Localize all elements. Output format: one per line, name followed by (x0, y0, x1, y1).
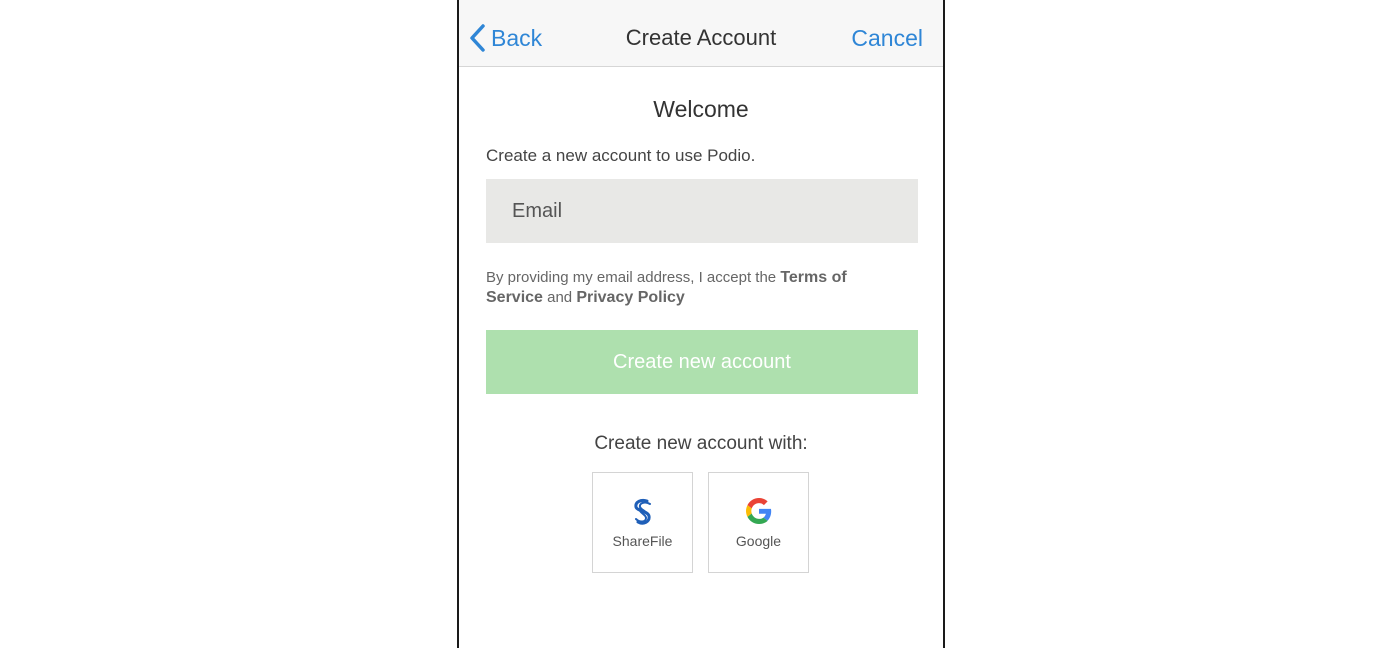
page: Back Create Account Cancel Welcome Creat… (0, 0, 1400, 648)
chevron-left-icon (470, 24, 485, 52)
terms-prefix: By providing my email address, I accept … (486, 269, 777, 286)
back-button[interactable]: Back (469, 22, 542, 54)
google-icon (709, 498, 808, 526)
email-field[interactable] (486, 179, 918, 243)
privacy-policy-link[interactable]: Privacy Policy (576, 289, 685, 306)
cancel-button[interactable]: Cancel (851, 22, 923, 54)
intro-text: Create a new account to use Podio. (486, 146, 756, 165)
cancel-button-label: Cancel (851, 25, 923, 51)
navigation-bar: Back Create Account Cancel (459, 0, 943, 67)
sharefile-signup-button[interactable]: ShareFile (592, 472, 693, 573)
google-label: Google (735, 533, 782, 549)
terms-notice: By providing my email address, I accept … (486, 268, 906, 308)
back-button-label: Back (491, 25, 543, 51)
google-signup-button[interactable]: Google (708, 472, 809, 573)
welcome-heading: Welcome (653, 96, 749, 122)
sharefile-label: ShareFile (612, 533, 673, 549)
create-account-button[interactable]: Create new account (486, 330, 918, 394)
terms-conjunction: and (547, 289, 573, 306)
sharefile-icon (593, 498, 692, 526)
alt-signup-label: Create new account with: (594, 433, 808, 454)
phone-screen: Back Create Account Cancel Welcome Creat… (457, 0, 945, 648)
